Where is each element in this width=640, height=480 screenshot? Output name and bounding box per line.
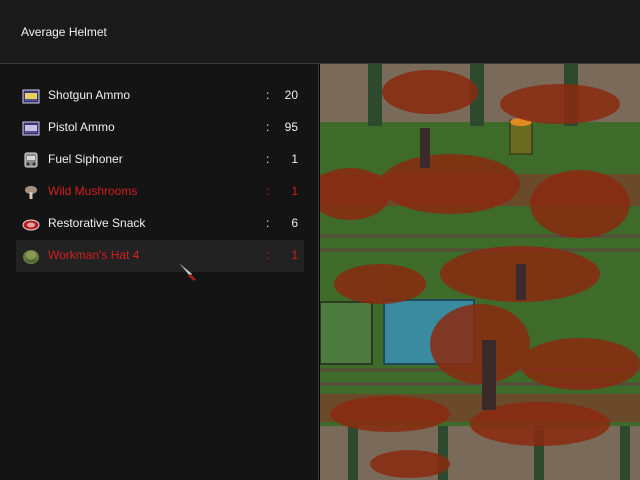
inventory-item-restorative-snack[interactable]: Restorative Snack : 6 [16,208,304,240]
game-world-view[interactable] [320,64,640,480]
ammo-box-icon [22,89,40,104]
inventory-panel: Shotgun Ammo : 20 Pistol Ammo : 95 Fuel … [0,64,319,480]
mushroom-icon [25,186,37,199]
item-quantity: 1 [291,248,298,262]
item-separator: : [266,152,270,166]
item-separator: : [266,88,270,102]
hat-icon [23,250,39,264]
item-separator: : [266,120,270,134]
item-quantity: 1 [291,184,298,198]
inventory-item-shotgun-ammo[interactable]: Shotgun Ammo : 20 [16,80,304,112]
knife-cursor-icon [179,263,196,281]
item-quantity: 6 [291,216,298,230]
hazard-barrel [509,118,533,155]
item-title-bar: Average Helmet [0,0,640,64]
siphon-icon [24,152,38,168]
item-quantity: 95 [284,120,298,134]
item-name: Workman's Hat 4 [48,248,140,262]
item-quantity: 20 [284,88,298,102]
item-name: Fuel Siphoner [48,152,123,166]
meat-icon [22,219,40,231]
item-name: Pistol Ammo [48,120,115,134]
inventory-item-fuel-siphoner[interactable]: Fuel Siphoner : 1 [16,144,304,176]
ammo-box-icon [22,121,40,136]
inventory-item-wild-mushrooms[interactable]: Wild Mushrooms : 1 [16,176,304,208]
item-name: Restorative Snack [48,216,146,230]
item-separator: : [266,248,270,262]
item-quantity: 1 [291,152,298,166]
item-title: Average Helmet [21,25,107,39]
inventory-item-workmans-hat[interactable]: Workman's Hat 4 : 1 [16,240,304,272]
game-scene [320,64,640,480]
item-separator: : [266,216,270,230]
item-name: Shotgun Ammo [48,88,131,102]
item-separator: : [266,184,270,198]
item-name: Wild Mushrooms [48,184,138,198]
train-car-green [320,301,373,365]
inventory-item-pistol-ammo[interactable]: Pistol Ammo : 95 [16,112,304,144]
